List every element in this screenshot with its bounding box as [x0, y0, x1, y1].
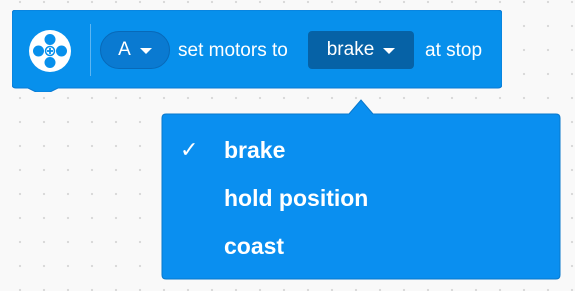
stop-mode-dropdown[interactable]: brake — [308, 31, 414, 69]
caret-down-icon — [139, 48, 152, 54]
caret-down-icon — [383, 48, 396, 54]
set-motors-stop-block[interactable]: A set motors to brake at stop — [12, 10, 502, 92]
menu-item-coast[interactable]: coast — [161, 224, 561, 268]
block-text-at-stop: at stop — [425, 40, 483, 61]
stop-mode-menu: ✓ brake hold position coast — [161, 94, 561, 280]
port-dropdown[interactable]: A — [100, 31, 170, 69]
menu-item-label: hold position — [224, 184, 369, 211]
motor-icon — [27, 28, 73, 74]
menu-item-label: brake — [224, 136, 286, 163]
port-value: A — [118, 39, 131, 60]
stop-mode-value: brake — [326, 39, 375, 60]
block-text-set-motors-to: set motors to — [178, 40, 288, 61]
checkmark-icon: ✓ — [180, 137, 199, 162]
menu-item-brake[interactable]: ✓ brake — [161, 128, 561, 172]
block-separator — [90, 24, 91, 76]
menu-item-label: coast — [224, 232, 285, 259]
menu-item-hold-position[interactable]: hold position — [161, 176, 561, 220]
